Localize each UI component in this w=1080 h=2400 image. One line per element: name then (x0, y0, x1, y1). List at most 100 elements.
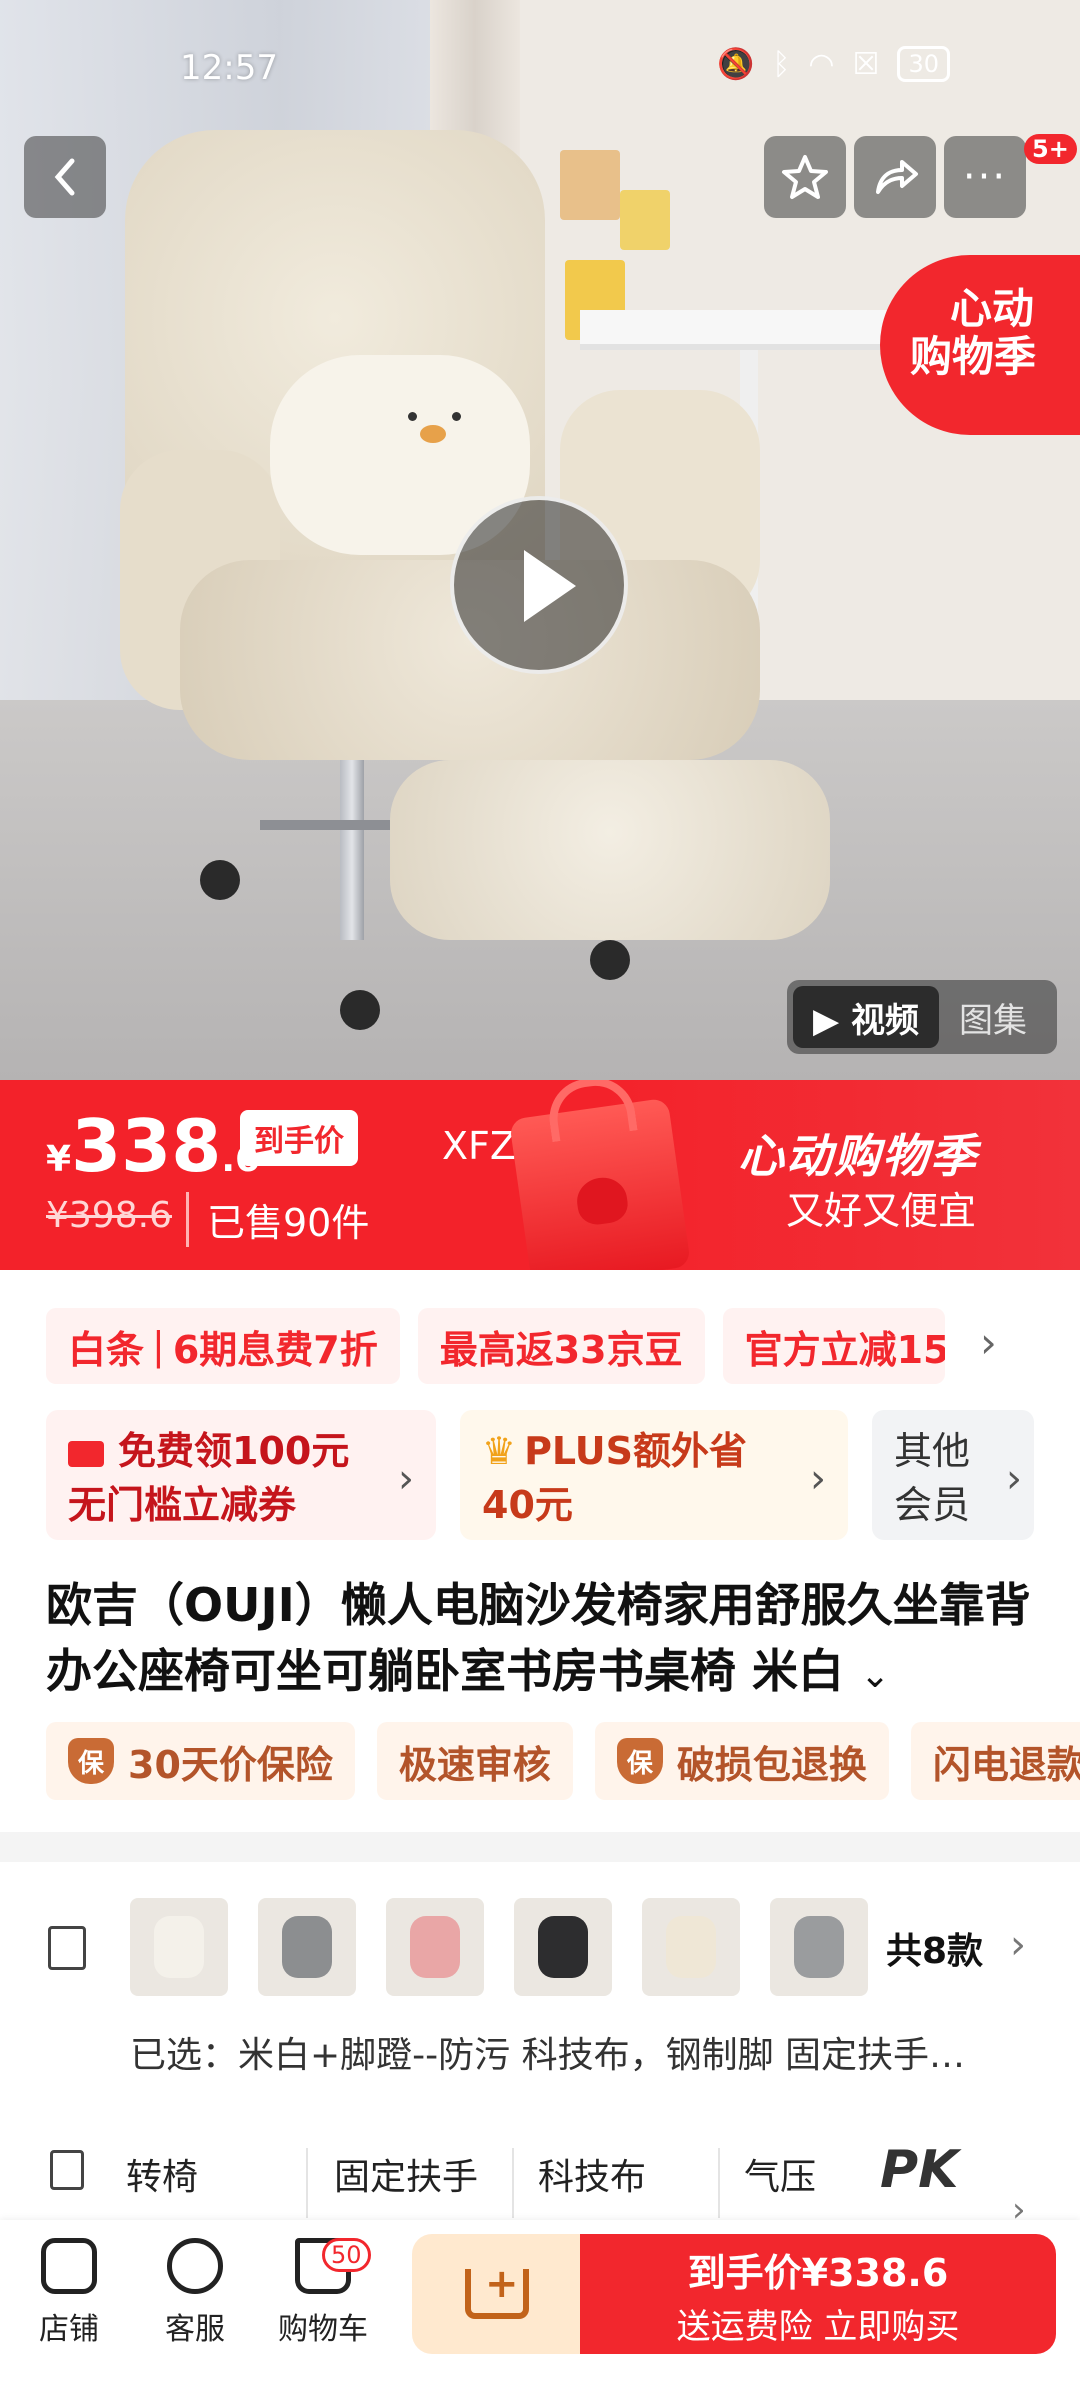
plus-card[interactable]: ♛ PLUS额外省 40元 › (460, 1410, 848, 1540)
chair-wheel (200, 860, 240, 900)
variant-chair (794, 1916, 844, 1978)
member-card-line1: 其他 (894, 1429, 971, 1473)
chip-jingdou[interactable]: 最高返33京豆 (417, 1308, 705, 1384)
chip-label: 6期息费7折 (172, 1327, 378, 1372)
more-dots-icon: ··· (962, 154, 1008, 200)
shield-icon: 保 (68, 1738, 114, 1784)
service-flash-refund[interactable]: 闪电退款 (910, 1722, 1080, 1800)
spec-item[interactable]: 气压 (744, 2148, 824, 2200)
promo-line2: 购物季 (910, 332, 1037, 381)
variant-thumb[interactable] (130, 1898, 228, 1996)
variant-thumb[interactable] (258, 1898, 356, 1996)
product-title[interactable]: 欧吉（OUJI）懒人电脑沙发椅家用舒服久坐靠背办公座椅可坐可躺卧室书房书桌椅 米… (46, 1572, 1046, 1709)
customer-service-button[interactable]: 客服 (140, 2238, 250, 2348)
chevron-right-icon: › (810, 1456, 826, 1502)
service-price-protection[interactable]: 保 30天价保险 (46, 1722, 355, 1800)
festival-promo-badge[interactable]: 心动 购物季 (880, 255, 1080, 435)
variant-thumb[interactable] (642, 1898, 740, 1996)
sold-count: 已售90件 (186, 1192, 369, 1247)
service-guarantees: 保 30天价保险 极速审核 保 破损包退换 闪电退款 (46, 1722, 1080, 1800)
chevron-right-icon: › (1010, 1922, 1026, 1968)
selected-variant: 已选：米白+脚蹬--防污 科技布，钢制脚 固定扶手… (130, 2035, 966, 2076)
crown-icon: ♛ (482, 1429, 517, 1473)
chair-wheel (340, 990, 380, 1030)
chevron-down-icon[interactable]: ⌄ (860, 1655, 890, 1696)
variant-chair (154, 1916, 204, 1978)
chevron-right-icon[interactable]: › (980, 1318, 997, 1367)
shop-button[interactable]: 店铺 (14, 2238, 124, 2348)
spec-item[interactable]: 转椅 (126, 2148, 198, 2200)
service-damage-return[interactable]: 保 破损包退换 (594, 1722, 889, 1800)
coupon-card-line2: 无门槛立减券 (68, 1483, 297, 1527)
spec-item[interactable]: 科技布 (538, 2148, 646, 2200)
original-price: ¥398.6 (46, 1195, 172, 1236)
variant-thumb[interactable] (770, 1898, 868, 1996)
variant-thumb[interactable] (386, 1898, 484, 1996)
variant-thumbnails (130, 1898, 868, 1996)
product-page: 12:57 🔕 ᛒ ◠ ☒ 30 ··· 5+ 心动 购物季 ▶ 视频 图集 ¥… (0, 0, 1080, 2400)
add-to-cart-button[interactable] (412, 2234, 582, 2354)
spec-divider (306, 2148, 308, 2218)
coupon-card[interactable]: 免费领100元 无门槛立减券 › (46, 1410, 436, 1540)
promo-line1: 心动 (950, 284, 1035, 333)
chat-icon (167, 2238, 223, 2294)
shield-icon: 保 (616, 1738, 663, 1784)
variant-selector[interactable]: 共8款 › 已选：米白+脚蹬--防污 科技布，钢制脚 固定扶手… (0, 1862, 1080, 2112)
festival-subtitle: 又好又便宜 (786, 1189, 977, 1233)
chip-label: 官方立减15 (744, 1327, 945, 1372)
sim-icon: ☒ (852, 46, 880, 82)
variant-thumb[interactable] (514, 1898, 612, 1996)
service-label: 极速审核 (398, 1742, 551, 1787)
chip-baitiao[interactable]: 白条 | 6期息费7折 (46, 1308, 400, 1384)
pillow-nose (420, 425, 446, 443)
variant-chair (538, 1916, 588, 1978)
buy-now-button[interactable]: 到手价¥338.6 送运费险 立即购买 (580, 2234, 1056, 2354)
buy-price: 到手价¥338.6 (687, 2251, 949, 2295)
member-card-line2: 会员 (894, 1483, 971, 1527)
message-badge: 5+ (1024, 134, 1077, 164)
variant-chair (666, 1916, 716, 1978)
tab-video[interactable]: ▶ 视频 (793, 986, 939, 1048)
other-member-card[interactable]: 其他 会员 › (872, 1410, 1034, 1540)
bluetooth-icon: ᛒ (772, 46, 791, 82)
shop-icon (41, 2238, 97, 2294)
chip-label: 最高返33京豆 (439, 1327, 683, 1372)
coupon-card-line1: 免费领100元 (118, 1429, 350, 1473)
wifi-icon: ◠ (808, 46, 835, 82)
service-fast-review[interactable]: 极速审核 (376, 1722, 573, 1800)
variant-chair (410, 1916, 460, 1978)
pillow-eye (452, 412, 461, 421)
spec-divider (718, 2148, 720, 2218)
hero-poster (620, 190, 670, 250)
shop-label: 店铺 (39, 2312, 99, 2347)
cart-count-badge: 50 (322, 2238, 371, 2272)
share-button[interactable] (854, 136, 936, 218)
chip-official-discount[interactable]: 官方立减15 (722, 1308, 945, 1384)
media-tabs: ▶ 视频 图集 (787, 980, 1057, 1054)
buy-label: 送运费险 立即购买 (676, 2307, 960, 2347)
pk-button[interactable]: PK (880, 2140, 958, 2200)
chevron-right-icon: › (398, 1456, 414, 1502)
spec-icon (50, 2150, 84, 2190)
pillow-eye (408, 412, 417, 421)
spec-item[interactable]: 固定扶手 (334, 2148, 478, 2200)
mute-icon: 🔕 (717, 46, 755, 82)
chevron-right-icon: › (1006, 1456, 1022, 1502)
heart-icon (574, 1174, 631, 1228)
section-divider (0, 1832, 1080, 1862)
favorite-button[interactable] (764, 136, 846, 218)
chair-wheel (590, 940, 630, 980)
final-price-tag[interactable]: 到手价 (240, 1110, 358, 1166)
tab-gallery[interactable]: 图集 (939, 986, 1047, 1048)
more-button[interactable]: ··· (944, 136, 1026, 218)
variant-chair (282, 1916, 332, 1978)
status-bar: 12:57 🔕 ᛒ ◠ ☒ 30 (0, 0, 1080, 130)
price-integer: 338 (71, 1104, 222, 1188)
chevron-left-icon (54, 158, 75, 196)
product-hero-image[interactable]: 12:57 🔕 ᛒ ◠ ☒ 30 ··· 5+ 心动 购物季 ▶ 视频 图集 (0, 0, 1080, 1080)
service-label: 闪电退款 (932, 1742, 1080, 1787)
play-video-button[interactable] (450, 496, 628, 674)
cart-label: 购物车 (278, 2312, 368, 2347)
current-price: ¥ 338 .6 (46, 1104, 260, 1188)
back-button[interactable] (24, 136, 106, 218)
